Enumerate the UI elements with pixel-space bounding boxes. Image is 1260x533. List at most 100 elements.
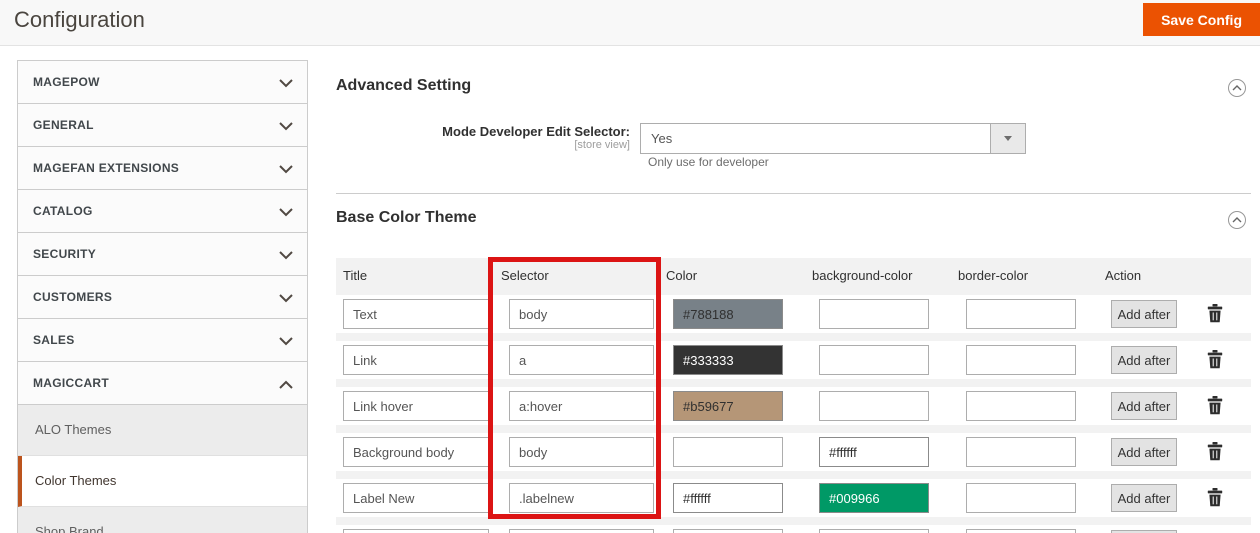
color-picker-icon[interactable] [933,398,949,414]
table-header: Title Selector Color background-color bo… [336,258,1251,292]
selector-input[interactable] [509,391,654,421]
color-input[interactable] [673,529,783,533]
delete-icon[interactable] [1207,488,1223,507]
color-picker-icon[interactable] [933,490,949,506]
selector-input[interactable] [509,483,654,513]
mode-developer-label: Mode Developer Edit Selector: [336,124,630,139]
sidebar-section-magepow[interactable]: MAGEPOW [18,61,307,104]
color-input[interactable] [673,345,783,375]
collapse-advanced-icon[interactable] [1228,79,1246,97]
title-input[interactable] [343,299,489,329]
delete-icon[interactable] [1207,304,1223,323]
sidebar-section-catalog[interactable]: CATALOG [18,190,307,233]
sidebar-item-color-themes[interactable]: Color Themes [18,456,307,507]
page-header: Configuration Save Config [0,0,1260,46]
sidebar-section-security[interactable]: SECURITY [18,233,307,276]
chevron-down-icon [279,165,293,174]
section-label: CUSTOMERS [33,290,112,304]
background-color-input[interactable] [819,483,929,513]
color-picker-icon[interactable] [788,352,804,368]
color-picker-icon[interactable] [788,306,804,322]
add-after-button[interactable]: Add after [1111,346,1177,374]
theme-rows: Add after Add after [336,292,1251,533]
color-picker-icon[interactable] [933,352,949,368]
delete-icon[interactable] [1207,442,1223,461]
delete-icon[interactable] [1207,350,1223,369]
color-picker-icon[interactable] [1080,444,1096,460]
sidebar-item-shop-brand[interactable]: Shop Brand [18,507,307,533]
title-input[interactable] [343,529,489,533]
background-color-input[interactable] [819,299,929,329]
mode-developer-label-wrap: Mode Developer Edit Selector: [store vie… [336,124,630,152]
advanced-setting-heading: Advanced Setting [336,77,471,95]
subitem-label: Shop Brand [35,524,104,533]
background-color-input[interactable] [819,529,929,533]
color-picker-icon[interactable] [788,444,804,460]
border-color-input[interactable] [966,299,1076,329]
border-color-input[interactable] [966,529,1076,533]
delete-icon[interactable] [1207,396,1223,415]
table-row: Add after [336,295,1251,333]
background-color-input[interactable] [819,391,929,421]
color-input[interactable] [673,437,783,467]
color-input[interactable] [673,391,783,421]
table-row: Add after [336,479,1251,517]
column-header-selector: Selector [501,268,549,283]
sidebar-section-sales[interactable]: SALES [18,319,307,362]
collapse-theme-icon[interactable] [1228,211,1246,229]
title-input[interactable] [343,345,489,375]
sidebar-section-magiccart[interactable]: MAGICCART [18,362,307,405]
border-color-input[interactable] [966,391,1076,421]
chevron-down-icon [279,208,293,217]
select-value: Yes [651,131,672,146]
subitem-label: Color Themes [35,473,116,488]
color-picker-icon[interactable] [1080,490,1096,506]
add-after-button[interactable]: Add after [1111,438,1177,466]
sidebar-section-general[interactable]: GENERAL [18,104,307,147]
table-row: Add after [336,433,1251,471]
selector-input[interactable] [509,345,654,375]
color-input[interactable] [673,483,783,513]
color-picker-icon[interactable] [1080,306,1096,322]
title-input[interactable] [343,391,489,421]
add-after-button[interactable]: Add after [1111,484,1177,512]
magiccart-subnav: ALO Themes Color Themes Shop Brand [18,405,307,533]
configuration-page: Configuration Save Config MAGEPOW GENERA… [0,0,1260,533]
selector-input[interactable] [509,529,654,533]
table-row: Add after [336,341,1251,379]
mode-developer-note: Only use for developer [648,155,769,169]
border-color-input[interactable] [966,437,1076,467]
border-color-input[interactable] [966,483,1076,513]
chevron-down-icon [279,294,293,303]
selector-input[interactable] [509,437,654,467]
add-after-button[interactable]: Add after [1111,300,1177,328]
column-header-title: Title [343,268,367,283]
column-header-color: Color [666,268,697,283]
column-header-action: Action [1105,268,1141,283]
color-picker-icon[interactable] [1080,352,1096,368]
color-picker-icon[interactable] [933,444,949,460]
color-input[interactable] [673,299,783,329]
border-color-input[interactable] [966,345,1076,375]
selector-input[interactable] [509,299,654,329]
sidebar-section-customers[interactable]: CUSTOMERS [18,276,307,319]
color-picker-icon[interactable] [788,490,804,506]
color-picker-icon[interactable] [1080,398,1096,414]
section-label: MAGICCART [33,376,109,390]
color-picker-icon[interactable] [933,306,949,322]
section-divider [336,193,1251,194]
config-sidebar: MAGEPOW GENERAL MAGEFAN EXTENSIONS CATAL… [17,60,308,533]
color-picker-icon[interactable] [788,398,804,414]
add-after-button[interactable]: Add after [1111,392,1177,420]
title-input[interactable] [343,483,489,513]
title-input[interactable] [343,437,489,467]
main-content: Advanced Setting Mode Developer Edit Sel… [336,60,1251,533]
background-color-input[interactable] [819,437,929,467]
background-color-input[interactable] [819,345,929,375]
mode-developer-select[interactable]: Yes [640,123,1026,154]
sidebar-section-magefan-extensions[interactable]: MAGEFAN EXTENSIONS [18,147,307,190]
save-config-button[interactable]: Save Config [1143,3,1260,36]
section-label: GENERAL [33,118,94,132]
chevron-down-icon [279,337,293,346]
sidebar-item-alo-themes[interactable]: ALO Themes [18,405,307,456]
